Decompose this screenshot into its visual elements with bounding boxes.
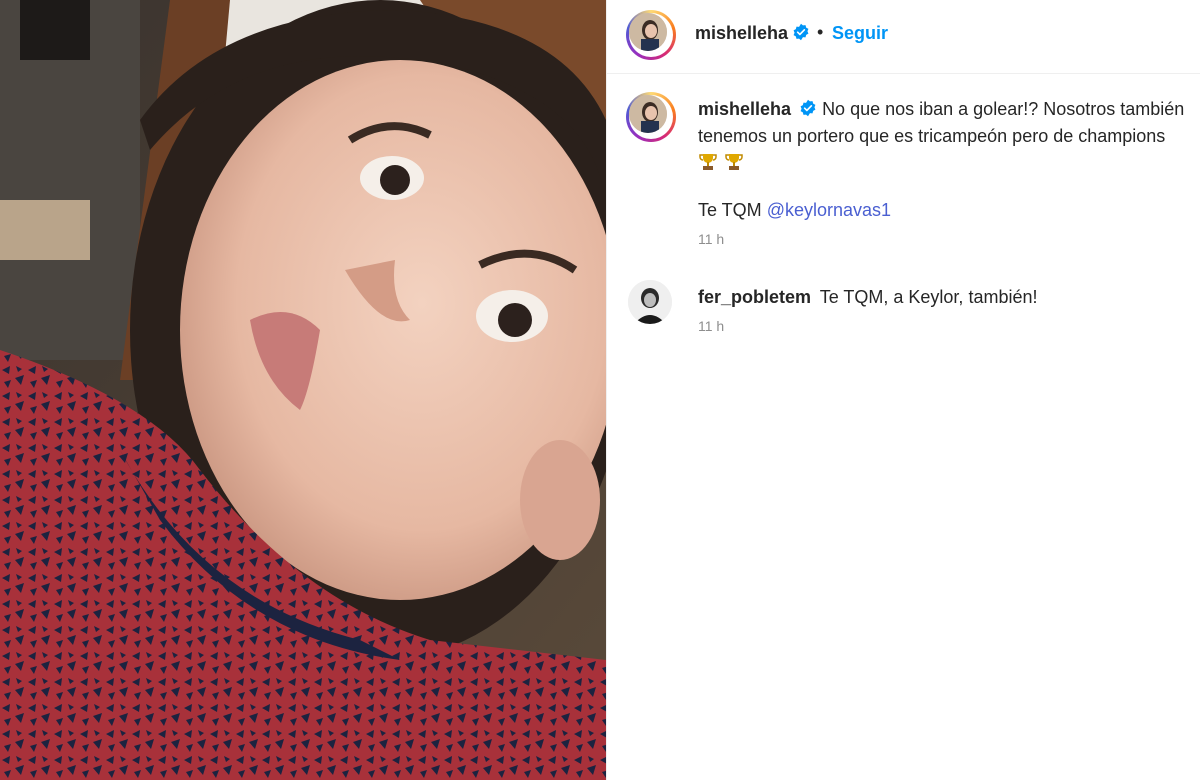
commenter-avatar[interactable] — [628, 280, 672, 324]
comment-text: fer_pobletem Te TQM, a Keylor, también! — [698, 284, 1198, 311]
follow-button[interactable]: Seguir — [832, 23, 888, 44]
author-avatar[interactable] — [626, 10, 676, 60]
caption-line-2: tenemos un portero que es tricampeón per… — [698, 126, 1166, 146]
mention-link[interactable]: @keylornavas1 — [767, 200, 891, 220]
caption-author-avatar[interactable] — [626, 92, 676, 142]
header-user: mishelleha — [695, 23, 810, 44]
commenter-username[interactable]: fer_pobletem — [698, 287, 811, 307]
caption-emojis — [698, 150, 1198, 177]
caption-timestamp[interactable]: 11 h — [698, 231, 724, 247]
caption-text: mishelleha No que nos iban a golear!? No… — [698, 96, 1198, 224]
comment-timestamp[interactable]: 11 h — [698, 318, 724, 334]
verified-badge-icon — [793, 23, 809, 41]
separator-dot: • — [817, 22, 824, 42]
selfie-image — [0, 0, 606, 780]
post-header: mishelleha • Seguir — [607, 0, 1200, 74]
caption-username[interactable]: mishelleha — [698, 99, 791, 119]
post-details-panel: mishelleha • Seguir mishelleha No que no… — [606, 0, 1200, 780]
caption-line-1: No que nos iban a golear!? Nosotros tamb… — [822, 99, 1185, 119]
post-photo[interactable] — [0, 0, 606, 780]
comment-body: Te TQM, a Keylor, también! — [819, 287, 1038, 307]
author-username[interactable]: mishelleha — [695, 23, 788, 43]
verified-badge-icon — [800, 99, 816, 117]
trophy-icon — [699, 154, 717, 170]
trophy-icon — [725, 154, 743, 170]
caption-tqm: Te TQM — [698, 200, 762, 220]
